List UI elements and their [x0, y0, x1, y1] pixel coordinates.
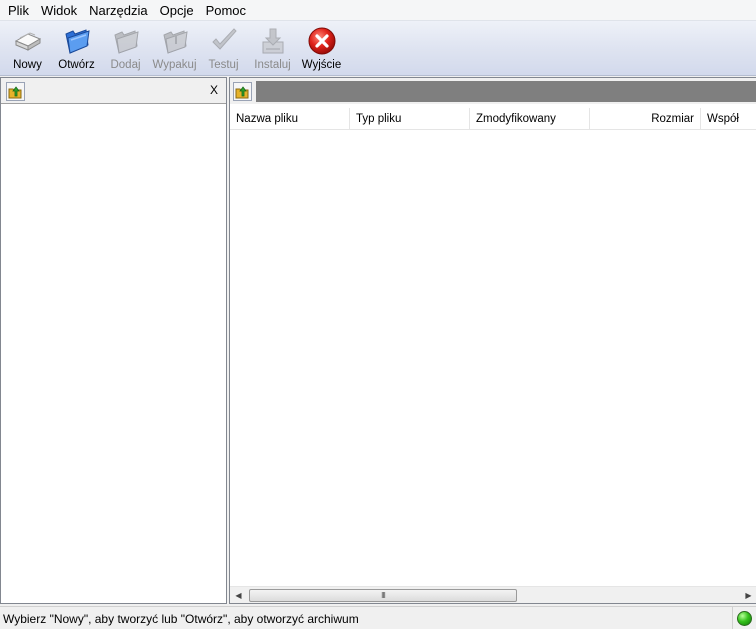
menu-tools[interactable]: Narzędzia [83, 0, 154, 21]
horizontal-scrollbar[interactable]: ◀ III ▶ [230, 586, 756, 603]
test-check-icon [208, 25, 240, 57]
test-button-label: Testuj [208, 59, 239, 71]
folder-tree-header: X [1, 78, 226, 104]
new-archive-icon [12, 25, 44, 57]
status-bar: Wybierz "Nowy", aby tworzyć lub "Otwórz"… [0, 606, 756, 629]
open-folder-icon [61, 25, 93, 57]
exit-icon [306, 25, 338, 57]
path-bar [256, 81, 756, 102]
column-header-size[interactable]: Rozmiar [590, 108, 701, 130]
menu-bar: Plik Widok Narzędzia Opcje Pomoc [0, 0, 756, 21]
tree-up-button[interactable] [6, 82, 25, 101]
scroll-left-icon[interactable]: ◀ [230, 587, 247, 603]
scroll-right-icon[interactable]: ▶ [740, 587, 756, 603]
list-up-button[interactable] [233, 82, 252, 101]
extract-button[interactable]: Wypakuj [150, 21, 199, 76]
add-button[interactable]: Dodaj [101, 21, 150, 76]
test-button[interactable]: Testuj [199, 21, 248, 76]
file-list-header [230, 78, 756, 104]
add-button-label: Dodaj [110, 59, 141, 71]
exit-button[interactable]: Wyjście [297, 21, 346, 76]
status-text: Wybierz "Nowy", aby tworzyć lub "Otwórz"… [3, 612, 359, 626]
install-button-label: Instaluj [254, 59, 291, 71]
install-button[interactable]: Instaluj [248, 21, 297, 76]
menu-options[interactable]: Opcje [154, 0, 200, 21]
column-header-name[interactable]: Nazwa pliku [230, 108, 350, 130]
menu-view[interactable]: Widok [35, 0, 83, 21]
menu-help[interactable]: Pomoc [200, 0, 252, 21]
folder-tree-pane[interactable]: X [0, 77, 227, 604]
close-panel-button[interactable]: X [210, 83, 218, 97]
exit-button-label: Wyjście [301, 59, 342, 71]
new-button[interactable]: Nowy [3, 21, 52, 76]
extract-icon [159, 25, 191, 57]
add-files-icon [110, 25, 142, 57]
install-icon [257, 25, 289, 57]
folder-up-icon [8, 86, 22, 99]
column-header-type[interactable]: Typ pliku [350, 108, 470, 130]
menu-file[interactable]: Plik [2, 0, 35, 21]
open-button-label: Otwórz [58, 59, 95, 71]
new-button-label: Nowy [13, 59, 42, 71]
file-list-pane[interactable]: Nazwa pliku Typ pliku Zmodyfikowany Rozm… [229, 77, 756, 604]
scrollbar-thumb[interactable]: III [249, 589, 517, 602]
column-header-modified[interactable]: Zmodyfikowany [470, 108, 590, 130]
toolbar: Nowy Otwórz Dodaj Wypakuj Testuj Instalu… [0, 21, 756, 76]
folder-up-icon [235, 86, 249, 99]
status-indicator-box [732, 607, 756, 629]
open-button[interactable]: Otwórz [52, 21, 101, 76]
status-led-icon [737, 611, 752, 626]
column-header-ratio[interactable]: Współ [701, 108, 756, 130]
extract-button-label: Wypakuj [152, 59, 197, 71]
column-header-row: Nazwa pliku Typ pliku Zmodyfikowany Rozm… [230, 108, 756, 130]
